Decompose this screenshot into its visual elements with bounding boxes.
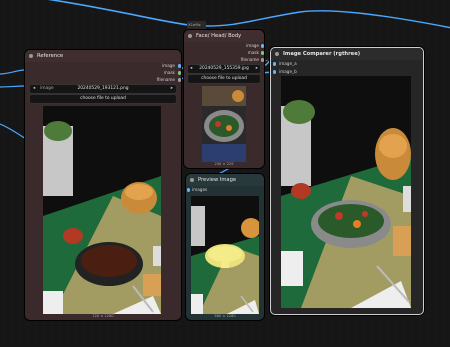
preview-input-dot-icon[interactable] bbox=[187, 188, 191, 192]
preview-image bbox=[191, 196, 259, 314]
output-filename-dot-icon[interactable] bbox=[177, 78, 181, 82]
output-filename-label: filename bbox=[156, 77, 175, 82]
reference-photo bbox=[43, 106, 161, 314]
face-title-text: Face/ Head/ Body bbox=[196, 33, 242, 39]
preview-title-text: Preview Image bbox=[198, 177, 237, 183]
comparer-input-b-dot-icon[interactable] bbox=[273, 70, 277, 74]
image-select[interactable]: ◂ image 20240529_193121.png ▸ bbox=[29, 84, 177, 94]
reference-node[interactable]: Reference image mask filename ◂ image 20… bbox=[25, 50, 181, 320]
output-mask[interactable]: mask bbox=[163, 70, 181, 76]
collapse-dot-icon[interactable] bbox=[188, 34, 192, 38]
preview-size: 560 × 1280 bbox=[214, 314, 236, 318]
collapse-dot-icon[interactable] bbox=[190, 178, 194, 182]
comparer-node[interactable]: Image Comparer (rgthree) image_a image_b bbox=[270, 47, 424, 315]
reference-node-title[interactable]: Reference bbox=[25, 50, 181, 62]
right-arrow-icon[interactable]: ▸ bbox=[171, 85, 173, 93]
link-reroute-right bbox=[205, 10, 450, 29]
comparer-node-title[interactable]: Image Comparer (rgthree) bbox=[271, 48, 423, 60]
output-image[interactable]: image bbox=[161, 63, 181, 69]
face-output-mask[interactable]: mask bbox=[247, 50, 264, 56]
face-photo bbox=[202, 86, 246, 162]
upload-button-label: choose file to upload bbox=[80, 96, 126, 101]
face-image-select[interactable]: ◂ 20240529_155359.jpg ▸ bbox=[187, 64, 261, 74]
preview-input-images[interactable]: images bbox=[187, 187, 208, 193]
preview-node[interactable]: Preview Image images 560 × 1280 bbox=[186, 174, 264, 320]
collapse-dot-icon[interactable] bbox=[275, 52, 279, 56]
link-left-a bbox=[0, 69, 25, 75]
upload-button[interactable]: choose file to upload bbox=[29, 94, 177, 104]
comparer-image[interactable] bbox=[281, 76, 411, 308]
comparer-input-a[interactable]: image_a bbox=[273, 61, 297, 67]
comparer-input-b-label: image_b bbox=[279, 69, 297, 74]
preview-input-label: images bbox=[192, 187, 208, 192]
face-node[interactable]: Face/ Head/ Body image mask filename ◂ 2… bbox=[184, 30, 264, 168]
comparer-input-a-label: image_a bbox=[279, 61, 297, 66]
preview-node-title[interactable]: Preview Image bbox=[186, 174, 264, 186]
face-image-select-value: 20240529_155359.jpg bbox=[199, 66, 249, 71]
comparer-photo bbox=[281, 76, 411, 308]
face-output-filename-label: filename bbox=[240, 57, 259, 62]
collapse-dot-icon[interactable] bbox=[29, 54, 33, 58]
output-mask-dot-icon[interactable] bbox=[177, 71, 181, 75]
comparer-input-b[interactable]: image_b bbox=[273, 69, 297, 75]
face-output-mask-label: mask bbox=[247, 50, 259, 55]
output-mask-label: mask bbox=[163, 70, 175, 75]
face-output-filename[interactable]: filename bbox=[240, 57, 264, 63]
reference-image bbox=[43, 106, 161, 314]
comparer-title-text: Image Comparer (rgthree) bbox=[283, 51, 361, 57]
face-output-image[interactable]: image bbox=[245, 43, 264, 49]
face-output-image-dot-icon[interactable] bbox=[260, 44, 264, 48]
reroute-node[interactable]: X1eMz bbox=[187, 21, 206, 30]
link-left-c bbox=[0, 123, 27, 140]
face-node-title[interactable]: Face/ Head/ Body bbox=[184, 30, 264, 42]
link-top-reroute bbox=[47, 0, 197, 27]
image-select-label: image bbox=[40, 86, 54, 91]
face-output-mask-dot-icon[interactable] bbox=[260, 51, 264, 55]
right-arrow-icon[interactable]: ▸ bbox=[256, 65, 258, 73]
face-size: 230 × 229 bbox=[214, 162, 234, 166]
reference-size: 720 × 1280 bbox=[92, 314, 114, 318]
link-left-b bbox=[0, 85, 25, 88]
face-output-image-label: image bbox=[245, 43, 259, 48]
reroute-label: X1eMz bbox=[188, 22, 201, 27]
face-upload-button-label: choose file to upload bbox=[201, 76, 247, 81]
output-filename[interactable]: filename bbox=[156, 77, 181, 83]
left-arrow-icon[interactable]: ◂ bbox=[190, 65, 192, 73]
reference-title-text: Reference bbox=[37, 53, 64, 59]
preview-photo bbox=[191, 196, 259, 314]
face-image bbox=[202, 86, 246, 162]
comparer-input-a-dot-icon[interactable] bbox=[273, 62, 277, 66]
output-image-dot-icon[interactable] bbox=[177, 64, 181, 68]
face-upload-button[interactable]: choose file to upload bbox=[187, 74, 261, 84]
left-arrow-icon[interactable]: ◂ bbox=[33, 85, 35, 93]
image-select-value: 20240529_193121.png bbox=[77, 86, 129, 91]
face-output-filename-dot-icon[interactable] bbox=[260, 58, 264, 62]
output-image-label: image bbox=[161, 63, 175, 68]
